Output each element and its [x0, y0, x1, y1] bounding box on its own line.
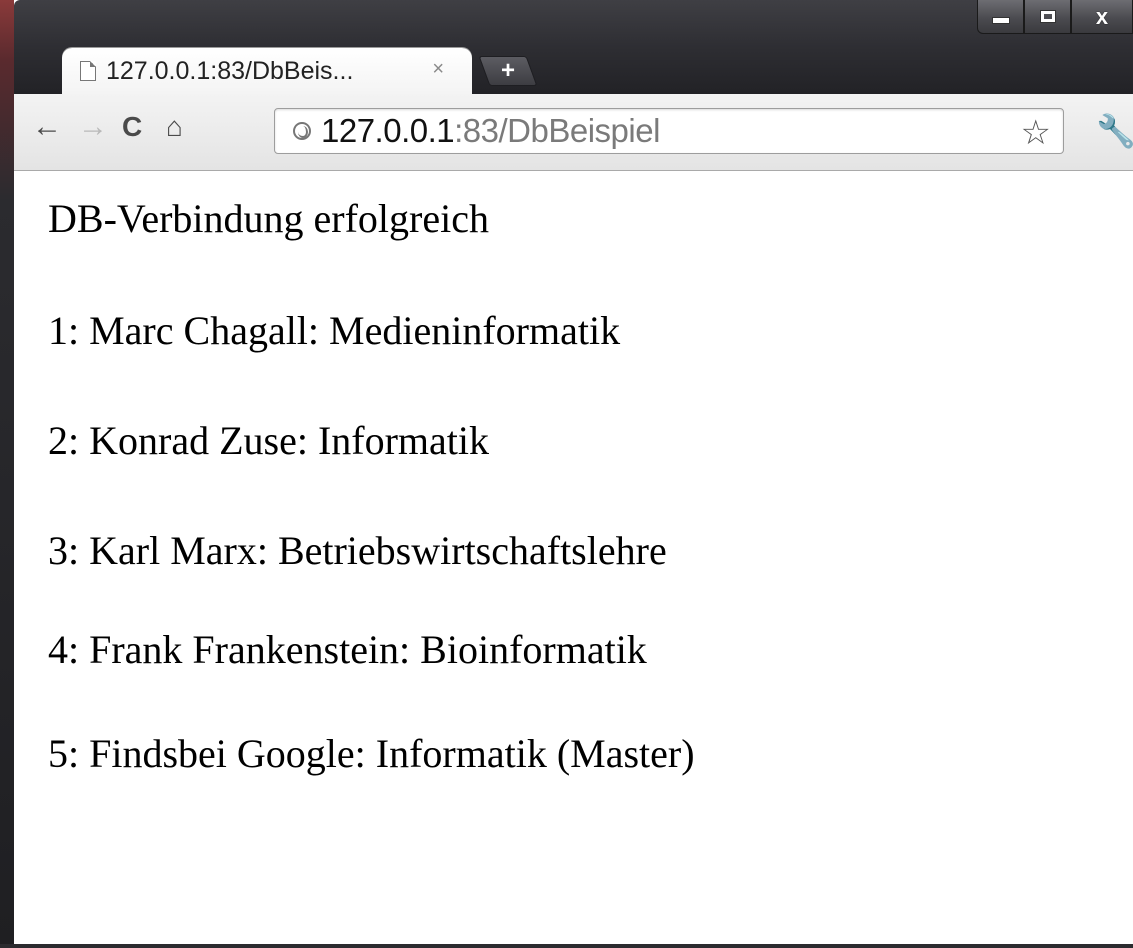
list-item: 2: Konrad Zuse: Informatik: [48, 418, 489, 463]
forward-arrow-icon[interactable]: →: [78, 108, 108, 146]
minimize-button[interactable]: [977, 0, 1024, 34]
tab-active[interactable]: 127.0.0.1:83/DbBeis... ×: [62, 48, 472, 94]
bookmark-star-icon[interactable]: ☆: [1021, 113, 1051, 153]
connection-status-text: DB-Verbindung erfolgreich: [48, 196, 489, 241]
url-host: 127.0.0.1: [321, 112, 455, 149]
window-left-edge: [0, 0, 14, 948]
reload-icon[interactable]: C: [122, 108, 142, 146]
list-item: 3: Karl Marx: Betriebswirtschaftslehre: [48, 528, 667, 573]
close-icon: x: [1095, 3, 1109, 29]
address-bar[interactable]: 127.0.0.1:83/DbBeispiel ☆: [274, 108, 1064, 154]
globe-icon: [293, 122, 311, 140]
title-bar: 127.0.0.1:83/DbBeis... × + x: [14, 0, 1133, 94]
plus-icon: +: [500, 57, 515, 84]
url-path: :83/DbBeispiel: [454, 112, 660, 149]
new-tab-button[interactable]: +: [478, 56, 538, 86]
page-icon: [80, 61, 96, 81]
home-icon[interactable]: ⌂: [166, 108, 183, 146]
list-item: 1: Marc Chagall: Medieninformatik: [48, 308, 621, 353]
list-item: 5: Findsbei Google: Informatik (Master): [48, 731, 695, 776]
browser-toolbar: ← → C ⌂ 127.0.0.1:83/DbBeispiel ☆ 🔧: [14, 94, 1133, 171]
list-item: 4: Frank Frankenstein: Bioinformatik: [48, 627, 647, 672]
browser-window: 127.0.0.1:83/DbBeis... × + x ← → C ⌂ 127…: [0, 0, 1133, 948]
maximize-icon: [1039, 10, 1056, 23]
window-controls: x: [977, 0, 1133, 36]
wrench-icon[interactable]: 🔧: [1096, 112, 1133, 150]
tab-title: 127.0.0.1:83/DbBeis...: [106, 56, 354, 85]
page-content: DB-Verbindung erfolgreich 1: Marc Chagal…: [14, 171, 1133, 944]
maximize-button[interactable]: [1024, 0, 1071, 34]
window-bottom-edge: [0, 944, 1133, 948]
close-window-button[interactable]: x: [1071, 0, 1133, 34]
minimize-icon: [991, 17, 1010, 24]
tab-close-icon[interactable]: ×: [432, 58, 444, 81]
back-arrow-icon[interactable]: ←: [32, 108, 62, 146]
